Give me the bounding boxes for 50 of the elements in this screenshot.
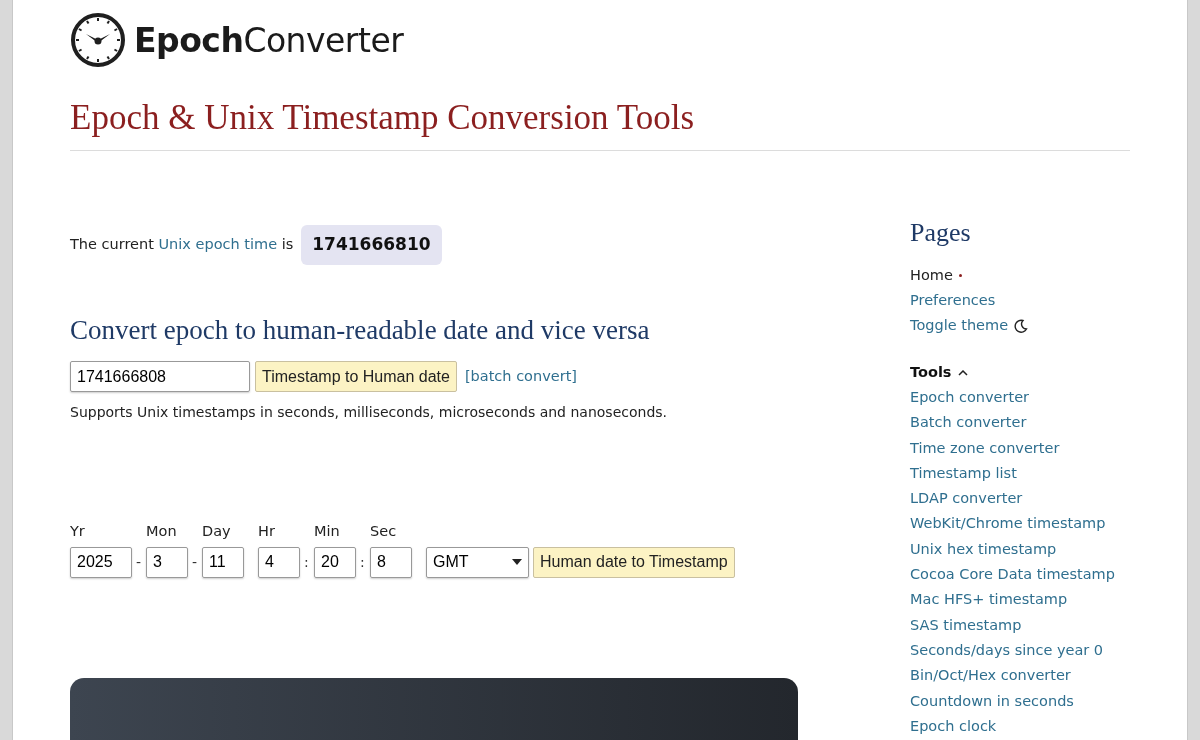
field-label: Mon	[146, 522, 178, 541]
tool-link[interactable]: Batch converter	[910, 410, 1130, 436]
moon-icon	[1014, 318, 1029, 333]
separator: -	[136, 552, 142, 572]
tool-link[interactable]: LDAP converter	[910, 486, 1130, 512]
page-link[interactable]: Home	[910, 264, 953, 287]
sidebar-heading: Pages	[910, 217, 972, 249]
logo-text: EpochConverter	[134, 23, 404, 57]
date-part-field[interactable]: 20	[314, 546, 356, 578]
converter-heading: Convert epoch to human-readable date and vice versa	[70, 314, 651, 347]
batch-convert-link[interactable]: [batch convert]	[464, 365, 577, 388]
tool-link[interactable]: Epoch converter	[910, 385, 1130, 411]
timezone-select[interactable]: GMT	[426, 546, 529, 578]
tool-link[interactable]: Countdown in seconds	[910, 688, 1130, 714]
date-part-field[interactable]: 8	[370, 546, 412, 578]
date-part-field[interactable]: 2025	[70, 546, 132, 578]
page-link[interactable]: Preferences	[910, 289, 996, 312]
tool-link[interactable]: Timestamp list	[910, 460, 1130, 487]
unix-epoch-time-link[interactable]: Unix epoch time	[158, 236, 278, 253]
timestamp-field[interactable]: 1741666808	[70, 361, 250, 392]
tool-link[interactable]: Epoch clock	[910, 713, 1130, 740]
current-time-label: The current Unix epoch time is	[70, 235, 294, 255]
page-link[interactable]: Toggle theme	[910, 314, 1009, 337]
tool-link[interactable]: Bin/Oct/Hex converter	[910, 663, 1130, 689]
timestamp-to-date-button[interactable]: Timestamp to Human date	[255, 361, 457, 392]
field-label: Day	[202, 522, 232, 541]
field-label: Yr	[70, 522, 86, 541]
separator: :	[304, 552, 310, 572]
date-to-timestamp-button[interactable]: Human date to Timestamp	[533, 546, 735, 578]
page-title: Epoch & Unix Timestamp Conversion Tools	[70, 97, 696, 139]
tool-link[interactable]: Mac HFS+ timestamp	[910, 587, 1130, 613]
tool-link[interactable]: WebKit/Chrome timestamp	[910, 511, 1130, 537]
field-label: Min	[314, 522, 341, 541]
supported-formats-note: Supports Unix timestamps in seconds, milliseconds, microseconds and nanoseconds.	[70, 403, 669, 422]
tool-link[interactable]: Time zone converter	[910, 435, 1130, 461]
separator: :	[360, 552, 366, 572]
tools-section-toggle[interactable]: Tools	[910, 361, 952, 384]
dropdown-caret-icon	[512, 559, 522, 566]
field-label: Hr	[258, 522, 276, 541]
date-part-field[interactable]: 11	[202, 546, 244, 578]
separator: -	[192, 552, 198, 572]
tool-link[interactable]: SAS timestamp	[910, 612, 1130, 638]
date-part-field[interactable]: 3	[146, 546, 188, 578]
tool-link[interactable]: Cocoa Core Data timestamp	[910, 562, 1130, 588]
tool-link[interactable]: Unix hex timestamp	[910, 536, 1130, 563]
field-label: Sec	[370, 522, 398, 541]
clock-icon	[70, 12, 126, 68]
current-epoch-value: 1741666810	[301, 225, 442, 265]
date-part-field[interactable]: 4	[258, 546, 300, 578]
tool-link[interactable]: Seconds/days since year 0	[910, 637, 1130, 664]
